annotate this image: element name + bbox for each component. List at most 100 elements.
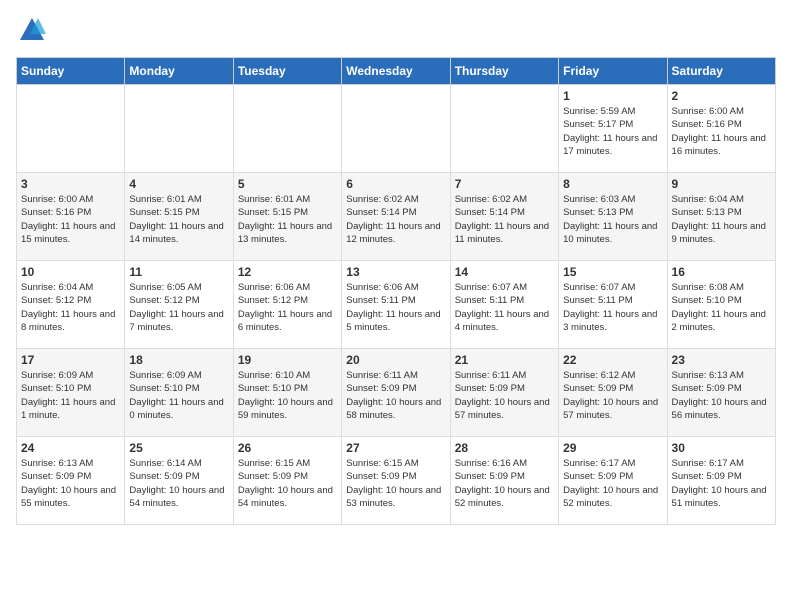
- weekday-header-wednesday: Wednesday: [342, 58, 450, 85]
- calendar-cell: [233, 85, 341, 173]
- calendar-cell: [17, 85, 125, 173]
- calendar-cell: 20 Sunrise: 6:11 AM Sunset: 5:09 PM Dayli…: [342, 349, 450, 437]
- calendar-cell: 24 Sunrise: 6:13 AM Sunset: 5:09 PM Dayli…: [17, 437, 125, 525]
- day-info: Sunrise: 6:17 AM Sunset: 5:09 PM Dayligh…: [563, 457, 662, 510]
- day-info: Sunrise: 5:59 AM Sunset: 5:17 PM Dayligh…: [563, 105, 662, 158]
- day-info: Sunrise: 6:08 AM Sunset: 5:10 PM Dayligh…: [672, 281, 771, 334]
- weekday-header-tuesday: Tuesday: [233, 58, 341, 85]
- day-number: 1: [563, 89, 662, 103]
- day-number: 24: [21, 441, 120, 455]
- calendar-week-row: 24 Sunrise: 6:13 AM Sunset: 5:09 PM Dayli…: [17, 437, 776, 525]
- calendar-cell: 29 Sunrise: 6:17 AM Sunset: 5:09 PM Dayli…: [559, 437, 667, 525]
- weekday-header-sunday: Sunday: [17, 58, 125, 85]
- day-number: 22: [563, 353, 662, 367]
- day-number: 29: [563, 441, 662, 455]
- weekday-header-row: SundayMondayTuesdayWednesdayThursdayFrid…: [17, 58, 776, 85]
- day-number: 7: [455, 177, 554, 191]
- day-info: Sunrise: 6:02 AM Sunset: 5:14 PM Dayligh…: [346, 193, 445, 246]
- day-info: Sunrise: 6:09 AM Sunset: 5:10 PM Dayligh…: [129, 369, 228, 422]
- day-number: 25: [129, 441, 228, 455]
- day-info: Sunrise: 6:06 AM Sunset: 5:12 PM Dayligh…: [238, 281, 337, 334]
- calendar-cell: 25 Sunrise: 6:14 AM Sunset: 5:09 PM Dayli…: [125, 437, 233, 525]
- calendar-cell: 19 Sunrise: 6:10 AM Sunset: 5:10 PM Dayli…: [233, 349, 341, 437]
- calendar-cell: 12 Sunrise: 6:06 AM Sunset: 5:12 PM Dayli…: [233, 261, 341, 349]
- calendar-cell: 14Sunrise: 6:07 AM Sunset: 5:11 PM Dayli…: [450, 261, 558, 349]
- day-info: Sunrise: 6:16 AM Sunset: 5:09 PM Dayligh…: [455, 457, 554, 510]
- calendar-cell: 26 Sunrise: 6:15 AM Sunset: 5:09 PM Dayli…: [233, 437, 341, 525]
- day-number: 26: [238, 441, 337, 455]
- day-number: 9: [672, 177, 771, 191]
- calendar-cell: 16 Sunrise: 6:08 AM Sunset: 5:10 PM Dayli…: [667, 261, 775, 349]
- calendar-week-row: 17 Sunrise: 6:09 AM Sunset: 5:10 PM Dayli…: [17, 349, 776, 437]
- calendar-cell: 7 Sunrise: 6:02 AM Sunset: 5:14 PM Daylig…: [450, 173, 558, 261]
- day-number: 10: [21, 265, 120, 279]
- day-number: 27: [346, 441, 445, 455]
- day-number: 20: [346, 353, 445, 367]
- calendar-cell: 28Sunrise: 6:16 AM Sunset: 5:09 PM Dayli…: [450, 437, 558, 525]
- day-number: 19: [238, 353, 337, 367]
- day-number: 8: [563, 177, 662, 191]
- calendar-cell: [342, 85, 450, 173]
- day-number: 6: [346, 177, 445, 191]
- day-info: Sunrise: 6:17 AM Sunset: 5:09 PM Dayligh…: [672, 457, 771, 510]
- calendar-cell: 2Sunrise: 6:00 AM Sunset: 5:16 PM Daylig…: [667, 85, 775, 173]
- calendar-cell: [450, 85, 558, 173]
- day-info: Sunrise: 6:13 AM Sunset: 5:09 PM Dayligh…: [672, 369, 771, 422]
- day-number: 12: [238, 265, 337, 279]
- day-number: 30: [672, 441, 771, 455]
- day-info: Sunrise: 6:00 AM Sunset: 5:16 PM Dayligh…: [21, 193, 120, 246]
- day-info: Sunrise: 6:00 AM Sunset: 5:16 PM Dayligh…: [672, 105, 771, 158]
- calendar-cell: 9 Sunrise: 6:04 AM Sunset: 5:13 PM Daylig…: [667, 173, 775, 261]
- day-info: Sunrise: 6:11 AM Sunset: 5:09 PM Dayligh…: [346, 369, 445, 422]
- calendar-cell: 3 Sunrise: 6:00 AM Sunset: 5:16 PM Daylig…: [17, 173, 125, 261]
- day-number: 3: [21, 177, 120, 191]
- weekday-header-monday: Monday: [125, 58, 233, 85]
- calendar-week-row: 3 Sunrise: 6:00 AM Sunset: 5:16 PM Daylig…: [17, 173, 776, 261]
- day-info: Sunrise: 6:14 AM Sunset: 5:09 PM Dayligh…: [129, 457, 228, 510]
- weekday-header-thursday: Thursday: [450, 58, 558, 85]
- day-info: Sunrise: 6:04 AM Sunset: 5:13 PM Dayligh…: [672, 193, 771, 246]
- calendar-cell: 4 Sunrise: 6:01 AM Sunset: 5:15 PM Daylig…: [125, 173, 233, 261]
- day-number: 17: [21, 353, 120, 367]
- day-info: Sunrise: 6:15 AM Sunset: 5:09 PM Dayligh…: [238, 457, 337, 510]
- calendar-cell: 8 Sunrise: 6:03 AM Sunset: 5:13 PM Daylig…: [559, 173, 667, 261]
- day-info: Sunrise: 6:13 AM Sunset: 5:09 PM Dayligh…: [21, 457, 120, 510]
- calendar-cell: 22 Sunrise: 6:12 AM Sunset: 5:09 PM Dayli…: [559, 349, 667, 437]
- day-info: Sunrise: 6:06 AM Sunset: 5:11 PM Dayligh…: [346, 281, 445, 334]
- day-number: 18: [129, 353, 228, 367]
- day-info: Sunrise: 6:09 AM Sunset: 5:10 PM Dayligh…: [21, 369, 120, 422]
- day-number: 15: [563, 265, 662, 279]
- calendar-cell: 18 Sunrise: 6:09 AM Sunset: 5:10 PM Dayli…: [125, 349, 233, 437]
- day-info: Sunrise: 6:07 AM Sunset: 5:11 PM Dayligh…: [563, 281, 662, 334]
- day-number: 16: [672, 265, 771, 279]
- day-info: Sunrise: 6:01 AM Sunset: 5:15 PM Dayligh…: [129, 193, 228, 246]
- calendar-cell: 21Sunrise: 6:11 AM Sunset: 5:09 PM Dayli…: [450, 349, 558, 437]
- calendar-cell: 27 Sunrise: 6:15 AM Sunset: 5:09 PM Dayli…: [342, 437, 450, 525]
- calendar-cell: 23 Sunrise: 6:13 AM Sunset: 5:09 PM Dayli…: [667, 349, 775, 437]
- page-header: [16, 16, 776, 49]
- day-info: Sunrise: 6:02 AM Sunset: 5:14 PM Dayligh…: [455, 193, 554, 246]
- day-info: Sunrise: 6:04 AM Sunset: 5:12 PM Dayligh…: [21, 281, 120, 334]
- logo-icon: [18, 16, 46, 44]
- calendar-week-row: 1 Sunrise: 5:59 AM Sunset: 5:17 PM Daylig…: [17, 85, 776, 173]
- calendar-cell: [125, 85, 233, 173]
- day-number: 11: [129, 265, 228, 279]
- day-info: Sunrise: 6:03 AM Sunset: 5:13 PM Dayligh…: [563, 193, 662, 246]
- day-number: 23: [672, 353, 771, 367]
- day-info: Sunrise: 6:10 AM Sunset: 5:10 PM Dayligh…: [238, 369, 337, 422]
- day-number: 5: [238, 177, 337, 191]
- day-number: 21: [455, 353, 554, 367]
- calendar-cell: 30 Sunrise: 6:17 AM Sunset: 5:09 PM Dayli…: [667, 437, 775, 525]
- weekday-header-friday: Friday: [559, 58, 667, 85]
- calendar-body: 1 Sunrise: 5:59 AM Sunset: 5:17 PM Daylig…: [17, 85, 776, 525]
- day-info: Sunrise: 6:07 AM Sunset: 5:11 PM Dayligh…: [455, 281, 554, 334]
- calendar-cell: 6 Sunrise: 6:02 AM Sunset: 5:14 PM Daylig…: [342, 173, 450, 261]
- calendar-table: SundayMondayTuesdayWednesdayThursdayFrid…: [16, 57, 776, 525]
- day-info: Sunrise: 6:05 AM Sunset: 5:12 PM Dayligh…: [129, 281, 228, 334]
- day-number: 4: [129, 177, 228, 191]
- day-info: Sunrise: 6:01 AM Sunset: 5:15 PM Dayligh…: [238, 193, 337, 246]
- day-info: Sunrise: 6:15 AM Sunset: 5:09 PM Dayligh…: [346, 457, 445, 510]
- day-info: Sunrise: 6:12 AM Sunset: 5:09 PM Dayligh…: [563, 369, 662, 422]
- day-number: 13: [346, 265, 445, 279]
- calendar-cell: 17 Sunrise: 6:09 AM Sunset: 5:10 PM Dayli…: [17, 349, 125, 437]
